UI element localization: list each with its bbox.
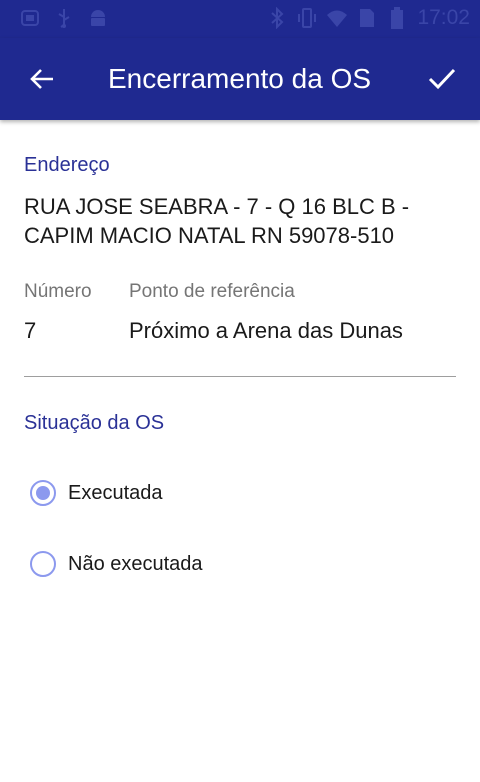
confirm-button[interactable] [418, 58, 466, 100]
number-value: 7 [24, 318, 37, 343]
check-icon [428, 68, 456, 90]
arrow-back-icon [30, 69, 53, 89]
radio-label-executada: Executada [68, 481, 163, 504]
android-icon [86, 6, 110, 30]
radio-button-unselected[interactable] [30, 551, 56, 577]
radio-label-nao-executada: Não executada [68, 552, 203, 575]
sim-icon [355, 6, 379, 30]
address-value: RUA JOSE SEABRA - 7 - Q 16 BLC B - CAPIM… [24, 194, 410, 248]
situation-label: Situação da OS [24, 412, 165, 434]
status-clock: 17:02 [417, 6, 470, 29]
reference-label: Ponto de referência [129, 281, 295, 302]
address-label: Endereço [24, 154, 110, 176]
page-title: Encerramento da OS [108, 63, 372, 94]
usb-icon [52, 6, 76, 30]
number-label: Número [24, 281, 92, 302]
bluetooth-icon [265, 6, 289, 30]
app-bar: Encerramento da OS [0, 38, 480, 120]
radio-button-selected[interactable] [30, 480, 56, 506]
tray-icon [18, 6, 42, 30]
battery-icon [385, 6, 409, 30]
reference-value: Próximo a Arena das Dunas [129, 318, 403, 343]
wifi-icon [325, 6, 349, 30]
vibrate-icon [295, 6, 319, 30]
divider [24, 376, 456, 377]
radio-nao-executada[interactable]: Não executada [30, 551, 203, 577]
back-button[interactable] [18, 58, 66, 100]
radio-executada[interactable]: Executada [30, 480, 163, 506]
status-bar: 17:02 [0, 0, 480, 38]
radio-dot [36, 486, 50, 500]
